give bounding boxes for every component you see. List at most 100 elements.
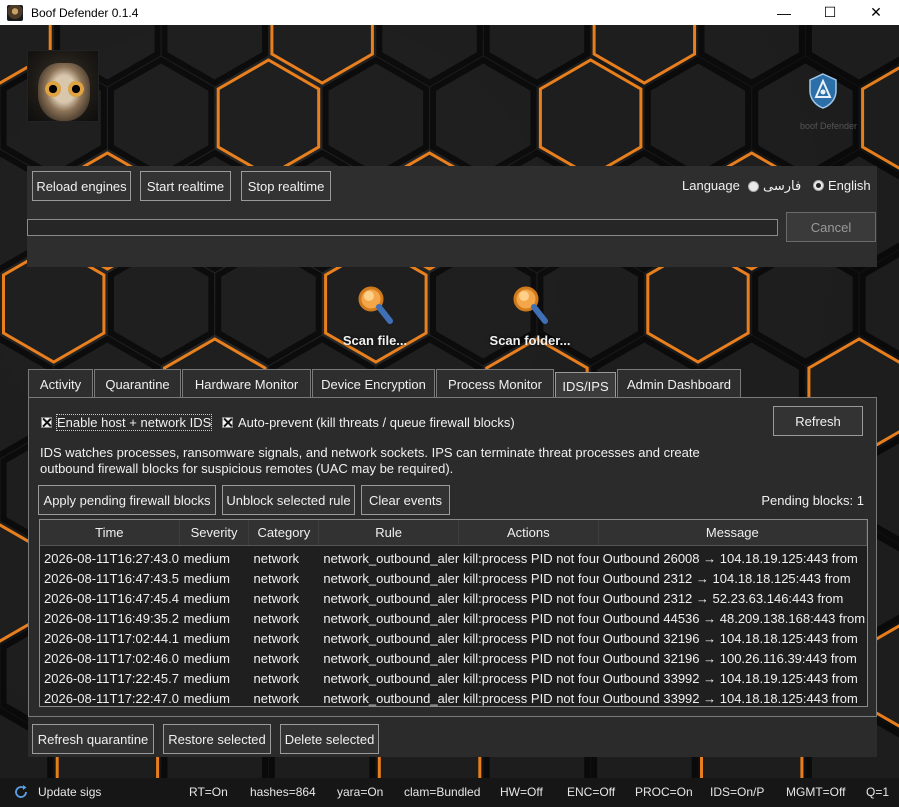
refresh-icon[interactable] xyxy=(13,784,29,800)
delete-selected-button[interactable]: Delete selected xyxy=(280,724,379,754)
tab-ids-ips[interactable]: IDS/IPS xyxy=(555,372,616,399)
table-body: 2026-08-11T16:27:43.0 medium network networ… xyxy=(40,548,867,706)
cell-rule: network_outbound_alert xyxy=(323,630,459,646)
apply-firewall-blocks-button[interactable]: Apply pending firewall blocks xyxy=(38,485,216,515)
cell-actions: kill:process PID not found xyxy=(463,590,599,606)
cell-rule: network_outbound_alert xyxy=(323,590,459,606)
cell-category: network xyxy=(253,590,300,606)
table-header: Time Severity Category Rule Actions Mess… xyxy=(40,520,867,546)
owl-app-icon xyxy=(7,4,23,21)
auto-prevent-checkbox[interactable]: Auto-prevent (kill threats / queue firew… xyxy=(222,415,515,430)
close-icon[interactable]: ✕ xyxy=(853,0,899,25)
cell-time: 2026-08-11T17:02:44.1 xyxy=(44,630,179,646)
table-row[interactable]: 2026-08-11T17:02:46.0 medium network networ… xyxy=(40,648,867,668)
cell-actions: kill:process PID not found xyxy=(463,690,599,706)
table-row[interactable]: 2026-08-11T16:49:35.2 medium network networ… xyxy=(40,608,867,628)
refresh-quarantine-button[interactable]: Refresh quarantine xyxy=(32,724,154,754)
scan-folder-label: Scan folder... xyxy=(489,333,571,348)
col-actions[interactable]: Actions xyxy=(459,520,599,545)
cell-message: Outbound 33992 → 104.18.19.125:443 from xyxy=(602,670,858,686)
col-category[interactable]: Category xyxy=(249,520,320,545)
title-bar: Boof Defender 0.1.4 — ☐ ✕ xyxy=(0,0,899,25)
maximize-icon[interactable]: ☐ xyxy=(807,0,853,25)
cell-rule: network_outbound_alert xyxy=(323,610,459,626)
table-row[interactable]: 2026-08-11T16:27:43.0 medium network networ… xyxy=(40,548,867,568)
table-row[interactable]: 2026-08-11T16:47:43.5 medium network networ… xyxy=(40,568,867,588)
cell-message: Outbound 33992 → 104.18.18.125:443 from xyxy=(602,690,858,706)
hex-cell xyxy=(752,56,859,180)
unblock-rule-button[interactable]: Unblock selected rule xyxy=(222,485,355,515)
table-row[interactable]: 2026-08-11T17:22:45.7 medium network networ… xyxy=(40,668,867,688)
col-severity[interactable]: Severity xyxy=(180,520,250,545)
update-sigs-button[interactable]: Update sigs xyxy=(38,785,101,799)
enable-ids-label: Enable host + network IDS xyxy=(55,414,213,431)
cell-category: network xyxy=(253,610,300,626)
cell-time: 2026-08-11T16:27:43.0 xyxy=(44,550,179,566)
cell-severity: medium xyxy=(183,670,230,686)
enable-ids-checkbox[interactable]: Enable host + network IDS xyxy=(41,414,213,431)
table-row[interactable]: 2026-08-11T17:02:44.1 medium network networ… xyxy=(40,628,867,648)
table-row[interactable]: 2026-08-11T16:47:45.4 medium network networ… xyxy=(40,588,867,608)
cell-category: network xyxy=(253,550,300,566)
reload-engines-button[interactable]: Reload engines xyxy=(32,171,131,201)
cell-time: 2026-08-11T17:22:45.7 xyxy=(44,670,179,686)
cancel-button[interactable]: Cancel xyxy=(786,212,876,242)
cell-category: network xyxy=(253,570,300,586)
cell-severity: medium xyxy=(183,690,230,706)
col-rule[interactable]: Rule xyxy=(319,520,459,545)
start-realtime-button[interactable]: Start realtime xyxy=(140,171,231,201)
cell-severity: medium xyxy=(183,650,230,666)
cell-category: network xyxy=(253,650,300,666)
cell-category: network xyxy=(253,670,300,686)
tab-hardware-monitor[interactable]: Hardware Monitor xyxy=(182,369,311,398)
col-time[interactable]: Time xyxy=(40,520,180,545)
table-row[interactable]: 2026-08-11T17:22:47.0 medium network networ… xyxy=(40,688,867,706)
cell-time: 2026-08-11T17:02:46.0 xyxy=(44,650,179,666)
clear-events-button[interactable]: Clear events xyxy=(361,485,450,515)
ids-ips-panel: Enable host + network IDS Auto-prevent (… xyxy=(28,397,877,717)
tab-quarantine[interactable]: Quarantine xyxy=(94,369,181,398)
radio-dot-farsi xyxy=(748,180,759,192)
hex-cell xyxy=(430,56,537,180)
cell-message: Outbound 32196 → 100.26.116.39:443 from xyxy=(602,650,857,666)
col-message[interactable]: Message xyxy=(599,520,867,545)
lang-radio-farsi[interactable]: فارسی xyxy=(748,178,801,194)
cell-message: Outbound 32196 → 104.18.18.125:443 from xyxy=(602,630,858,646)
status-yara: yara=On xyxy=(337,785,384,799)
scan-file-label: Scan file... xyxy=(342,333,408,348)
status-enc: ENC=Off xyxy=(567,785,616,799)
lang-radio-english[interactable]: English xyxy=(813,178,871,193)
status-mgmt: MGMT=Off xyxy=(786,785,846,799)
cell-actions: kill:process PID not found xyxy=(463,610,599,626)
magnifier-icon xyxy=(358,286,393,324)
cell-severity: medium xyxy=(183,570,230,586)
lang-english-label: English xyxy=(828,178,871,193)
enable-ids-checkbox-box xyxy=(41,417,52,428)
scan-folder-action[interactable]: Scan folder... xyxy=(486,285,574,348)
status-proc: PROC=On xyxy=(635,785,693,799)
cell-message: Outbound 2312 → 104.18.18.125:443 from xyxy=(602,570,851,586)
auto-prevent-checkbox-box xyxy=(222,417,233,428)
tab-process-monitor[interactable]: Process Monitor xyxy=(436,369,554,398)
cell-actions: kill:process PID not found xyxy=(463,570,599,586)
tab-device-encryption[interactable]: Device Encryption xyxy=(312,369,435,398)
magnifier-icon xyxy=(513,286,548,324)
status-hw: HW=Off xyxy=(500,785,543,799)
cell-actions: kill:process PID not found xyxy=(463,670,599,686)
stop-realtime-button[interactable]: Stop realtime xyxy=(241,171,331,201)
lang-farsi-label: فارسی xyxy=(763,178,802,193)
cell-severity: medium xyxy=(183,630,230,646)
hex-cell xyxy=(107,56,215,180)
restore-selected-button[interactable]: Restore selected xyxy=(163,724,271,754)
engine-toolbar: Reload engines Start realtime Stop realt… xyxy=(27,166,877,206)
cell-severity: medium xyxy=(183,590,230,606)
minimize-icon[interactable]: — xyxy=(761,0,807,25)
scan-progress-bar xyxy=(27,219,778,236)
tab-admin-dashboard[interactable]: Admin Dashboard xyxy=(617,369,741,398)
hex-cell xyxy=(644,56,752,180)
tab-activity[interactable]: Activity xyxy=(28,369,93,398)
scan-file-action[interactable]: Scan file... xyxy=(340,285,410,348)
cell-rule: network_outbound_alert xyxy=(323,690,459,706)
auto-prevent-label: Auto-prevent (kill threats / queue firew… xyxy=(238,415,515,430)
refresh-button[interactable]: Refresh xyxy=(773,406,863,436)
